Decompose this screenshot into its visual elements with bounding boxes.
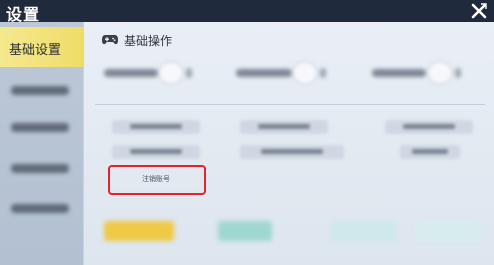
- bottom-button[interactable]: [104, 221, 174, 241]
- setting-toggle-track: [320, 68, 326, 78]
- setting-button[interactable]: [112, 120, 200, 134]
- setting-label: [236, 69, 292, 77]
- sidebar-item-label: [11, 86, 69, 95]
- sidebar-item-5[interactable]: [0, 190, 83, 230]
- section-title: 基础操作: [124, 34, 173, 48]
- setting-toggle-track: [186, 68, 192, 78]
- sidebar-item-2[interactable]: [0, 72, 83, 112]
- sidebar-item-label: [11, 123, 69, 132]
- sidebar-item-3[interactable]: [0, 109, 83, 149]
- bottom-button[interactable]: [218, 221, 272, 241]
- sidebar: 基础设置: [0, 22, 83, 265]
- bottom-button[interactable]: [415, 221, 481, 241]
- sidebar-item-label: 基础设置: [9, 43, 62, 58]
- sidebar-item-label: [11, 164, 69, 173]
- setting-button[interactable]: [385, 120, 473, 134]
- bottom-button[interactable]: [330, 221, 396, 241]
- close-icon[interactable]: [470, 2, 488, 20]
- sidebar-item-label: [11, 204, 69, 213]
- setting-button[interactable]: [240, 145, 344, 159]
- gamepad-icon: [102, 35, 118, 45]
- setting-toggle[interactable]: [429, 63, 451, 83]
- setting-button[interactable]: [400, 145, 460, 159]
- setting-button[interactable]: [240, 120, 328, 134]
- sidebar-item-basic-settings[interactable]: 基础设置: [0, 27, 83, 67]
- setting-button[interactable]: [112, 145, 200, 159]
- sidebar-item-4[interactable]: [0, 150, 83, 190]
- setting-label: [104, 69, 158, 77]
- divider: [95, 104, 485, 105]
- setting-toggle-track: [455, 68, 461, 78]
- setting-toggle[interactable]: [160, 63, 182, 83]
- title-bar: 设置: [0, 0, 494, 24]
- setting-toggle[interactable]: [294, 63, 316, 83]
- highlight-annotation: [108, 165, 206, 195]
- setting-label: [372, 69, 426, 77]
